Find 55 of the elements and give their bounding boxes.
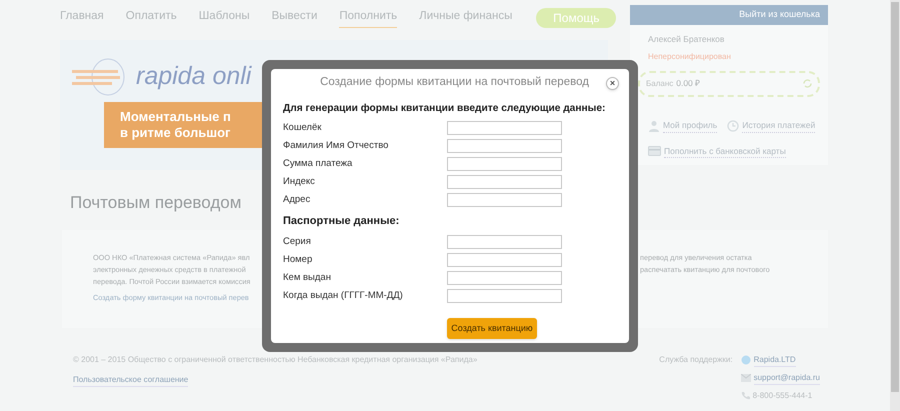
agreement-link[interactable]: Пользовательское соглашение (73, 374, 188, 386)
input-field[interactable] (447, 288, 562, 303)
field-label: Номер (283, 252, 314, 267)
input-field[interactable] (447, 157, 562, 172)
nav-link[interactable]: Главная (60, 8, 104, 28)
contact-text[interactable]: Rapida.LTD (754, 354, 796, 366)
input-field[interactable] (447, 234, 562, 249)
account-link[interactable]: Мой профиль (663, 118, 718, 132)
logout-button[interactable]: Выйти из кошелька (630, 5, 828, 25)
field-label: Кошелёк (283, 121, 322, 136)
input-field[interactable] (447, 175, 562, 190)
form-heading: Для генерации формы квитанции введите следующие данные: (283, 102, 606, 116)
modal-title: Создание формы квитанции на почтовый перевод (319, 75, 590, 90)
contact-text[interactable]: support@rapida.ru (754, 372, 820, 384)
clock-icon (727, 120, 740, 132)
account-status: Неперсонифицирован (648, 50, 732, 63)
field-label: Сумма платежа (283, 157, 354, 172)
slogan-text: Моментальные п (120, 109, 232, 125)
person-icon (648, 120, 660, 132)
account-link[interactable]: Пополнить с банковской карты (664, 144, 786, 158)
input-field[interactable] (447, 270, 562, 285)
input-field[interactable] (447, 252, 562, 267)
field-label: Индекс (283, 175, 316, 190)
page-title: Почтовым переводом (70, 192, 242, 214)
envelope-icon (740, 374, 751, 382)
copyright-text: © 2001 – 2015 Общество с ограниченной ответственностью Небанковская кредитная организация «Рапида» (73, 354, 478, 366)
close-button[interactable]: × (606, 76, 619, 90)
create-receipt-button[interactable]: Создать квитанцию (447, 318, 537, 339)
field-label: Фамилия Имя Отчество (283, 139, 390, 154)
slogan-text: в ритме большог (120, 125, 232, 141)
field-label: Когда выдан (ГГГГ-ММ-ДД) (283, 288, 404, 303)
card-icon (648, 146, 661, 156)
nav-link[interactable]: Шаблоны (198, 8, 250, 28)
balance-value: 0.00 ₽ (676, 77, 700, 90)
input-field[interactable] (447, 193, 562, 208)
account-link[interactable]: История платежей (742, 118, 816, 132)
section-heading: Паспортные данные: (283, 214, 400, 230)
nav-link[interactable]: Вывести (272, 8, 318, 28)
field-label: Серия (283, 234, 312, 249)
field-label: Адрес (283, 193, 312, 208)
scrollbar[interactable] (890, 0, 900, 411)
nav-link[interactable]: Личные финансы (419, 8, 512, 28)
balance-label: Баланс (646, 78, 674, 90)
user-name: Алексей Братенков (648, 33, 726, 46)
input-field[interactable] (447, 139, 562, 154)
nav-link[interactable]: Пополнить (339, 8, 398, 28)
field-label: Кем выдан (283, 270, 332, 285)
refresh-icon (803, 79, 812, 88)
nav-link[interactable]: Оплатить (126, 8, 177, 28)
phone-icon (740, 391, 750, 400)
input-field[interactable] (447, 121, 562, 136)
help-button[interactable]: Помощь (536, 8, 616, 28)
contact-text: 8-800-555-444-1 (752, 390, 812, 402)
logo-text: rapida onli (136, 61, 252, 92)
support-label: Служба поддержки: (659, 354, 733, 366)
